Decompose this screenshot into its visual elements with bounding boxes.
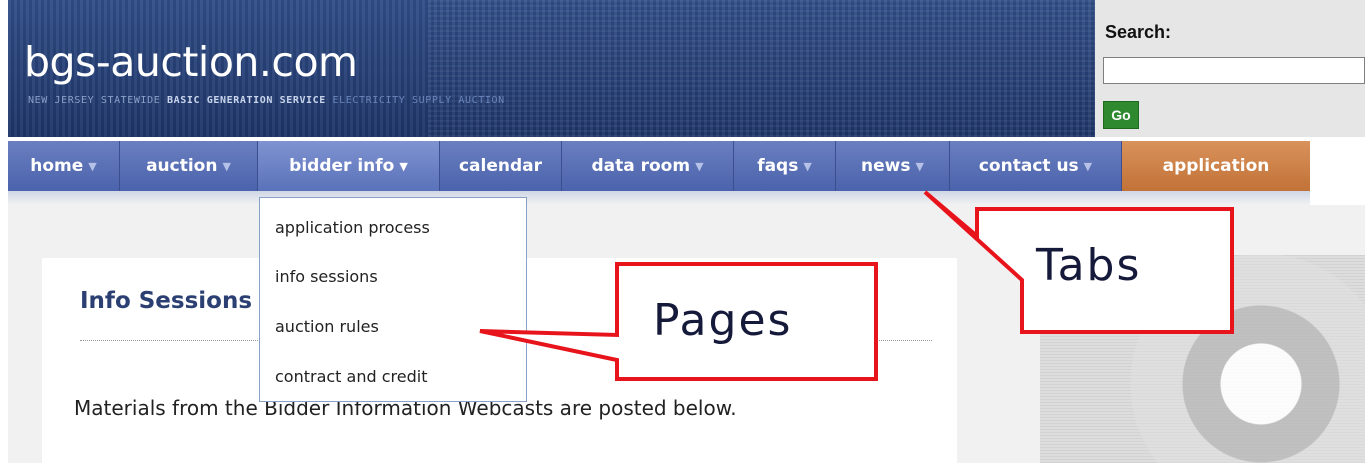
callout-overlay <box>479 190 1234 381</box>
pages-callout-label: Pages <box>653 295 793 346</box>
tabs-callout-label: Tabs <box>1036 240 1142 291</box>
